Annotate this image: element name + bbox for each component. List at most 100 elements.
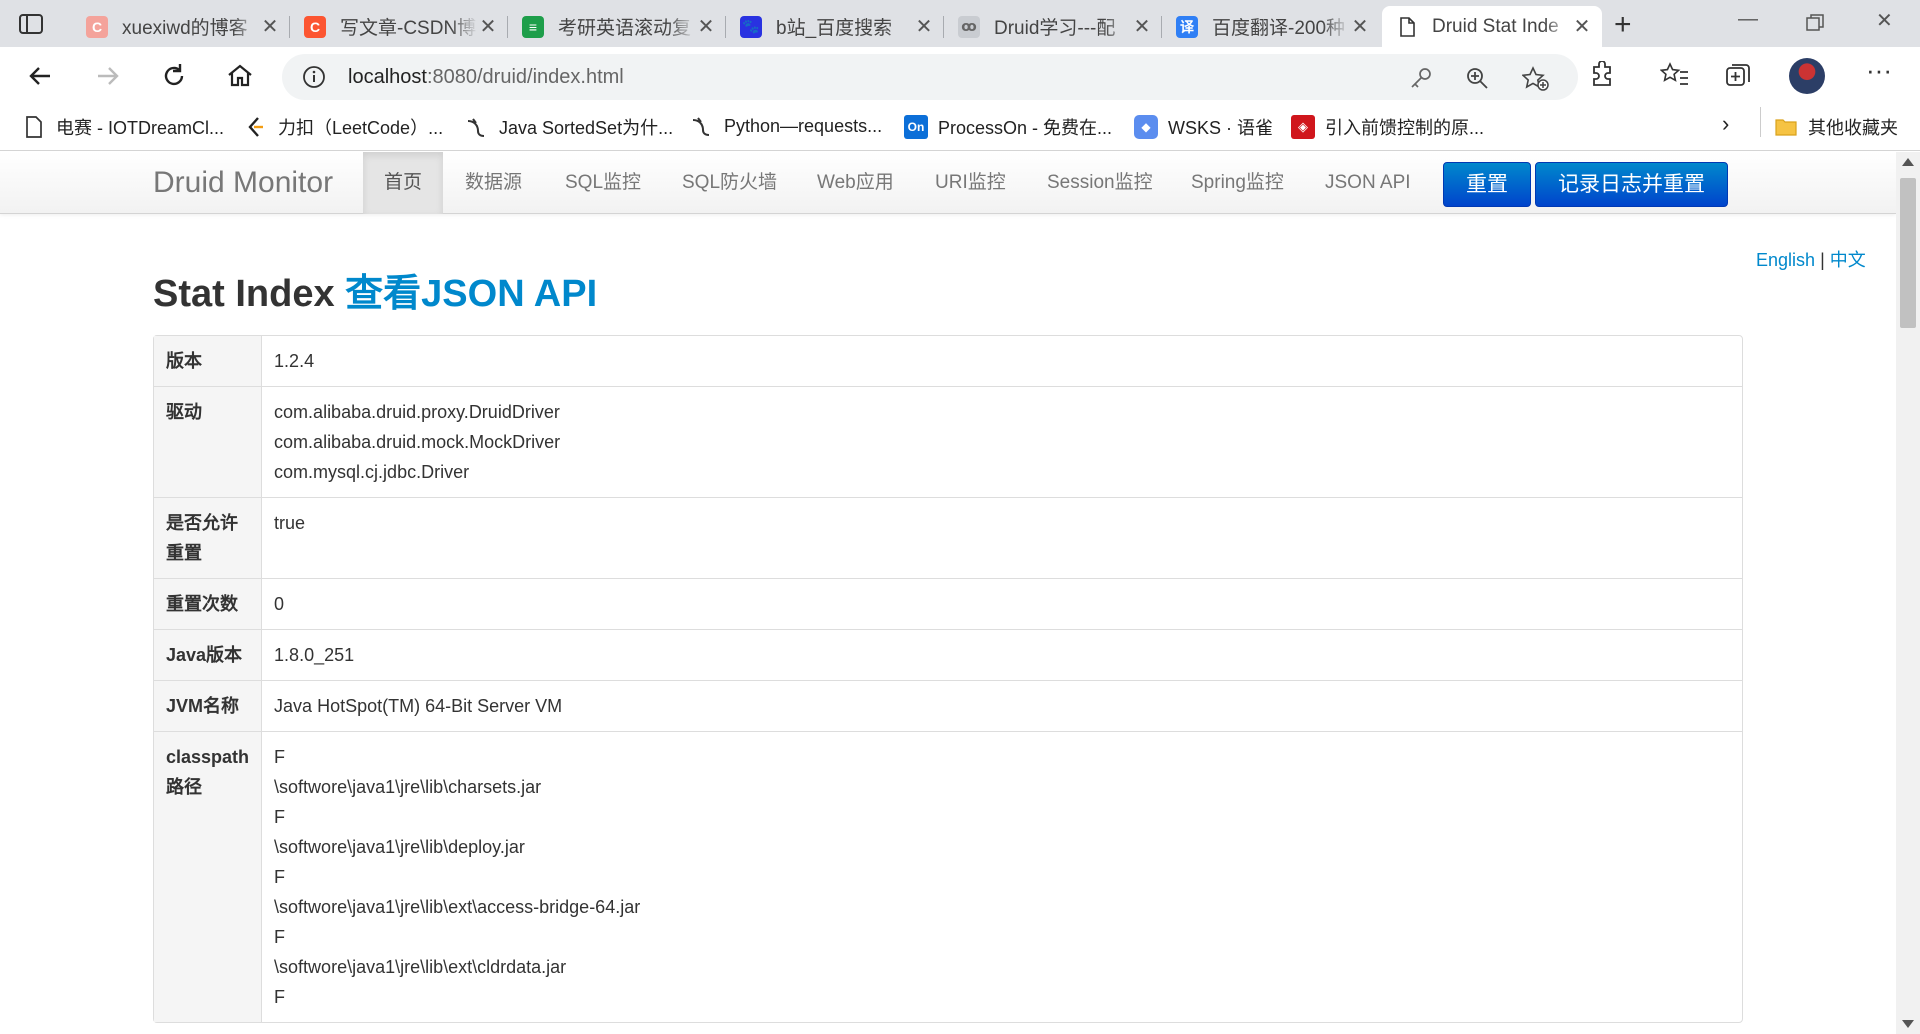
log-and-reset-button[interactable]: 记录日志并重置: [1535, 162, 1728, 207]
bookmark-item[interactable]: 电赛 - IOTDreamCl...: [22, 114, 224, 140]
language-switch: English | 中文: [1756, 246, 1866, 272]
key-icon[interactable]: [1409, 66, 1433, 90]
nav-item-datasource[interactable]: 数据源: [444, 152, 543, 214]
new-tab-icon[interactable]: +: [1614, 8, 1632, 42]
stat-value: com.alibaba.druid.proxy.DruidDriver com.a…: [262, 386, 1742, 497]
bookmark-label: ProcessOn - 免费在...: [938, 118, 1113, 138]
close-icon[interactable]: ✕: [1132, 14, 1152, 39]
scroll-down-icon[interactable]: [1902, 1020, 1914, 1028]
close-icon[interactable]: ✕: [478, 14, 498, 39]
nav-item-uri[interactable]: URI监控: [914, 152, 1027, 214]
nav-item-home[interactable]: 首页: [363, 152, 444, 214]
baidu-paw-icon: 🐾: [740, 15, 762, 38]
bookmarks-overflow-icon[interactable]: ›: [1722, 111, 1729, 137]
add-favorite-icon[interactable]: [1522, 66, 1550, 92]
stat-index-table: 版本 1.2.4 驱动 com.alibaba.druid.proxy.DruidDr…: [153, 335, 1743, 1023]
stat-value-line: 0: [274, 594, 285, 614]
bookmark-item[interactable]: ◆ WSKS · 语雀: [1134, 114, 1273, 140]
forward-icon[interactable]: [90, 59, 124, 93]
bookmark-item[interactable]: On ProcessOn - 免费在...: [904, 114, 1112, 140]
reset-button[interactable]: 重置: [1443, 162, 1531, 207]
bookmark-item[interactable]: 力扣（LeetCode）...: [244, 114, 443, 140]
tab-actions-icon[interactable]: [18, 12, 44, 36]
close-icon[interactable]: ✕: [1350, 14, 1370, 39]
browser-tab[interactable]: 译 百度翻译-200种 ✕: [1162, 6, 1380, 47]
window-close-icon[interactable]: ✕: [1876, 8, 1893, 33]
view-json-api-link[interactable]: 查看JSON API: [345, 273, 597, 315]
close-icon[interactable]: ✕: [696, 14, 716, 39]
scroll-up-icon[interactable]: [1902, 158, 1914, 166]
tab-label: Druid学习---配: [994, 18, 1116, 39]
restore-icon[interactable]: [1806, 14, 1824, 32]
bookmark-label: 其他收藏夹: [1808, 118, 1898, 138]
csdn-icon: C: [304, 15, 326, 38]
stat-key: 版本: [154, 336, 263, 386]
bookmark-label: 电赛 - IOTDreamCl...: [56, 118, 225, 138]
page-icon: [26, 116, 42, 138]
browser-tab[interactable]: ꝏ Druid学习---配 ✕: [944, 6, 1162, 47]
stat-value-line: F: [274, 867, 286, 887]
table-row: 重置次数 0: [154, 578, 1742, 629]
lang-english-link[interactable]: English: [1756, 250, 1815, 270]
more-icon[interactable]: ···: [1866, 55, 1892, 86]
stat-value: F \softwore\java1\jre\lib\charsets.jar F \s…: [262, 731, 1742, 1022]
collections-icon[interactable]: [1724, 61, 1754, 89]
lang-chinese-link[interactable]: 中文: [1830, 250, 1866, 270]
stat-value-line: F: [274, 927, 286, 947]
browser-tab[interactable]: C 写文章-CSDN博 ✕: [290, 6, 508, 47]
bookmark-item[interactable]: ◈ 引入前馈控制的原...: [1291, 114, 1484, 140]
favorites-icon[interactable]: [1660, 61, 1690, 89]
table-row: Java版本 1.8.0_251: [154, 629, 1742, 680]
page-scrollbar[interactable]: [1896, 152, 1920, 1034]
stat-key: 重置次数: [154, 578, 263, 629]
browser-tab-active[interactable]: Druid Stat Inde ✕: [1382, 6, 1602, 47]
address-toolbar: localhost:8080/druid/index.html ···: [0, 47, 1920, 105]
back-icon[interactable]: [24, 59, 58, 93]
table-row: classpath路径 F \softwore\java1\jre\lib\char…: [154, 731, 1742, 1022]
tab-label: 考研英语滚动复: [558, 18, 692, 39]
red-site-icon: ◈: [1291, 115, 1315, 139]
browser-tab[interactable]: C xuexiwd的博客 ✕: [72, 6, 290, 47]
minimize-icon[interactable]: —: [1738, 8, 1758, 31]
refresh-icon[interactable]: [157, 59, 191, 93]
address-bar[interactable]: localhost:8080/druid/index.html: [282, 54, 1578, 100]
bookmark-item[interactable]: Java SortedSet为什...: [465, 114, 673, 140]
brand-title[interactable]: Druid Monitor: [153, 166, 333, 200]
home-icon[interactable]: [223, 59, 257, 93]
yuque-icon: ꝏ: [958, 15, 980, 38]
stat-value-line: \softwore\java1\jre\lib\deploy.jar: [274, 837, 525, 857]
nav-item-sql[interactable]: SQL监控: [544, 152, 662, 214]
page-viewport: Druid Monitor 首页 数据源 SQL监控 SQL防火墙 Web应用 …: [0, 152, 1896, 1034]
close-icon[interactable]: ✕: [260, 14, 280, 39]
stat-value: 1.8.0_251: [262, 629, 1742, 680]
nav-item-wall[interactable]: SQL防火墙: [661, 152, 798, 214]
browser-tab[interactable]: 🐾 b站_百度搜索 ✕: [726, 6, 944, 47]
stat-value-line: F: [274, 747, 286, 767]
stat-value-line: 1.8.0_251: [274, 645, 355, 665]
site-info-icon[interactable]: [302, 65, 326, 89]
other-bookmarks[interactable]: 其他收藏夹: [1774, 114, 1898, 140]
url-text[interactable]: localhost:8080/druid/index.html: [348, 66, 624, 89]
stat-key: 是否允许重置: [154, 497, 263, 578]
tab-label: b站_百度搜索: [776, 18, 893, 39]
nav-item-session[interactable]: Session监控: [1026, 152, 1174, 214]
close-icon[interactable]: ✕: [1572, 14, 1592, 39]
nav-item-json-api[interactable]: JSON API: [1304, 152, 1432, 214]
scroll-thumb[interactable]: [1900, 178, 1916, 328]
stat-value: 0: [262, 578, 1742, 629]
bookmark-item[interactable]: Python—requests...: [690, 114, 882, 138]
table-row: 版本 1.2.4: [154, 336, 1742, 386]
translate-icon: 译: [1176, 15, 1198, 38]
browser-tab[interactable]: ≡ 考研英语滚动复 ✕: [508, 6, 726, 47]
bookmark-label: WSKS · 语雀: [1168, 118, 1274, 138]
sheet-icon: ≡: [522, 15, 544, 38]
extensions-icon[interactable]: [1588, 61, 1616, 89]
nav-item-webapp[interactable]: Web应用: [796, 152, 915, 214]
stat-value-line: \softwore\java1\jre\lib\ext\cldrdata.jar: [274, 957, 567, 977]
yuque-icon: [467, 118, 485, 137]
nav-item-spring[interactable]: Spring监控: [1170, 152, 1305, 214]
avatar[interactable]: [1789, 58, 1825, 94]
close-icon[interactable]: ✕: [914, 14, 934, 39]
stat-value: 1.2.4: [262, 336, 1742, 386]
zoom-icon[interactable]: [1465, 66, 1489, 90]
